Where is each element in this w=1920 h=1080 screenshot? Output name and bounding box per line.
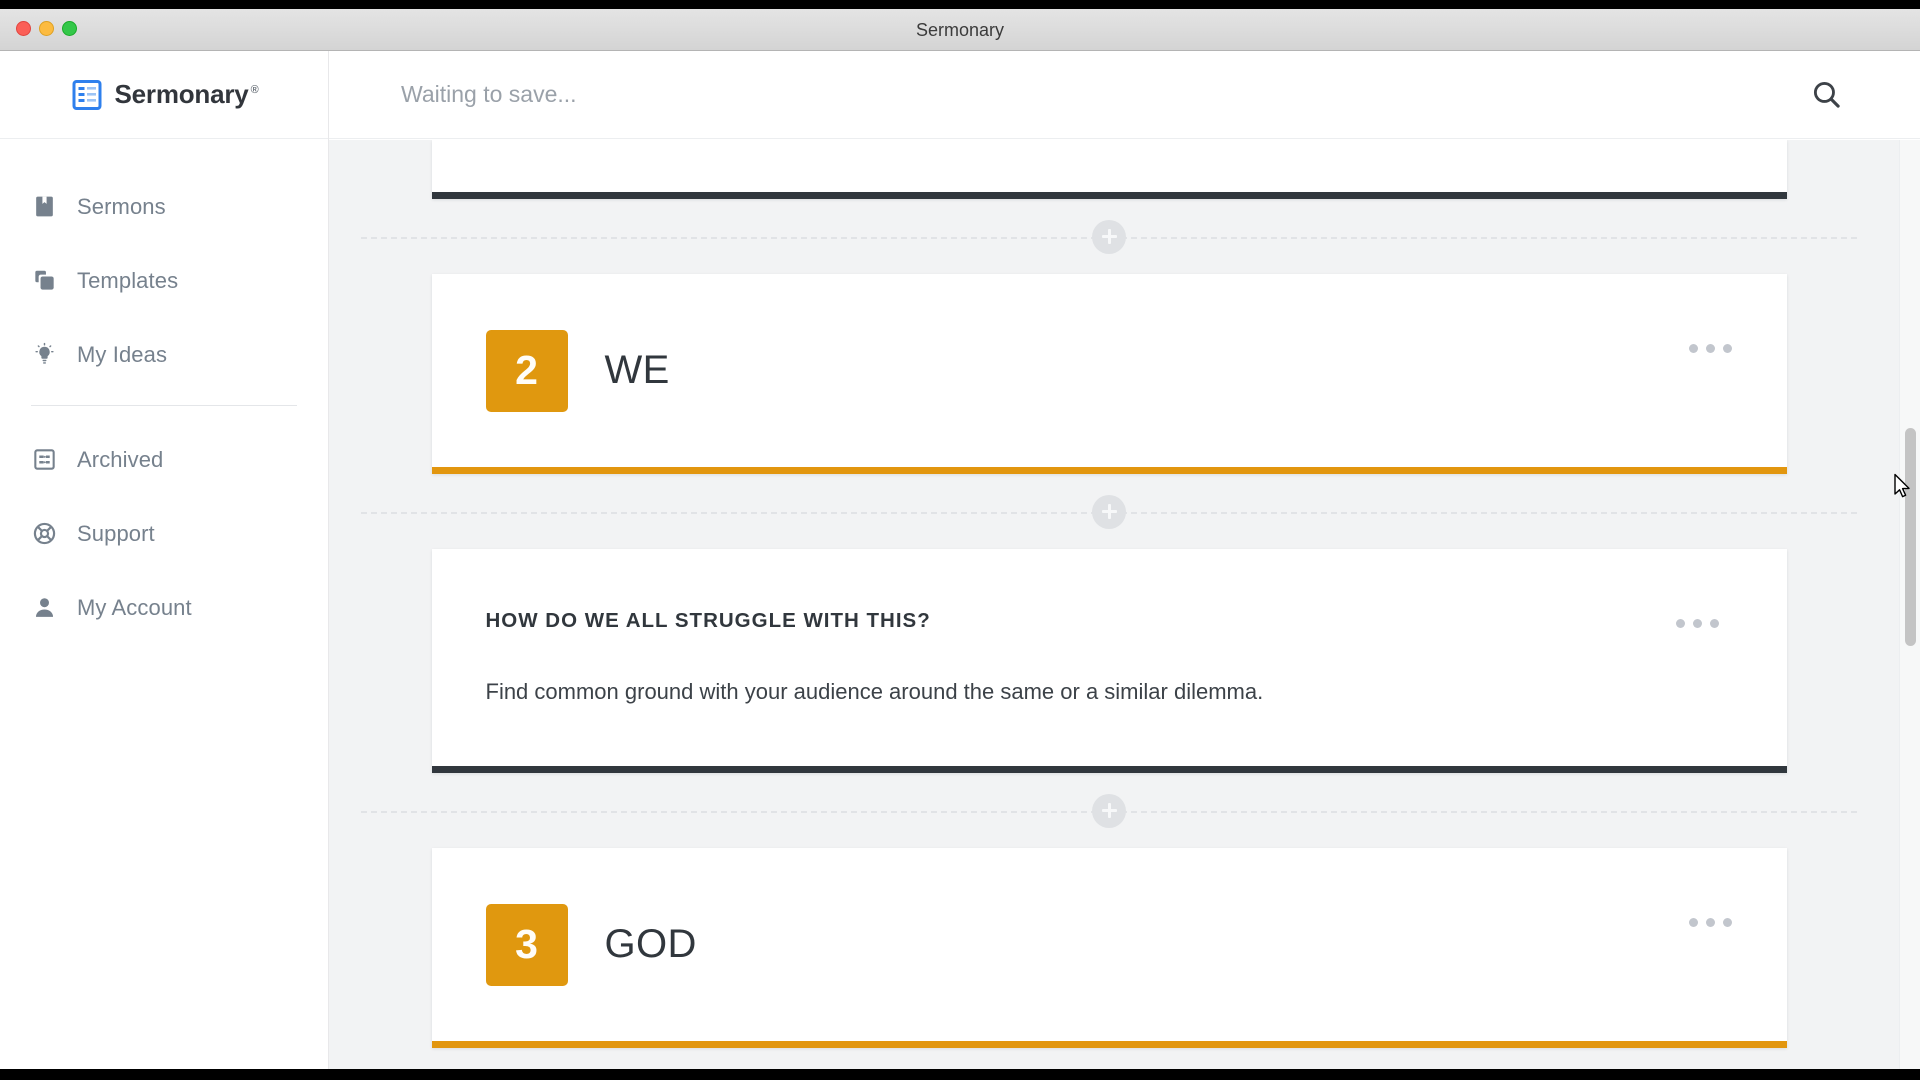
sidebar-item-label: My Ideas xyxy=(77,341,168,367)
more-horizontal-icon[interactable] xyxy=(1675,619,1719,628)
app-root: Sermonary ® Sermons Templates My Ideas A… xyxy=(0,51,1920,1069)
sidebar-item-my-account[interactable]: My Account xyxy=(0,584,328,631)
outline-card-point-2[interactable]: 2 WE xyxy=(431,274,1787,474)
save-status-text: Waiting to save... xyxy=(401,81,577,107)
sidebar-item-label: Sermons xyxy=(77,193,166,219)
add-block-separator[interactable] xyxy=(329,773,1889,848)
outline-card-text-block[interactable]: HOW DO WE ALL STRUGGLE WITH THIS? Find c… xyxy=(431,549,1787,773)
lightbulb-icon xyxy=(31,342,57,368)
sidebar-item-my-ideas[interactable]: My Ideas xyxy=(0,331,328,378)
card-accent-bar xyxy=(431,192,1787,199)
sidebar-item-support[interactable]: Support xyxy=(0,510,328,557)
sidebar-item-archived[interactable]: Archived xyxy=(0,436,328,483)
point-number-badge: 2 xyxy=(485,329,568,412)
point-number-badge: 3 xyxy=(485,903,568,986)
sidebar-item-templates[interactable]: Templates xyxy=(0,257,328,304)
life-ring-icon xyxy=(31,521,57,547)
window-title: Sermonary xyxy=(915,20,1005,40)
search-icon[interactable] xyxy=(1809,78,1843,112)
card-accent-bar xyxy=(431,467,1787,474)
add-block-separator[interactable] xyxy=(329,1048,1889,1069)
text-block-body[interactable]: Find common ground with your audience ar… xyxy=(486,675,1733,708)
bookmark-book-icon xyxy=(31,194,57,220)
sidebar-item-sermons[interactable]: Sermons xyxy=(0,183,328,230)
user-icon xyxy=(31,595,57,621)
add-block-button[interactable] xyxy=(1092,494,1126,529)
scrollbar-thumb[interactable] xyxy=(1905,428,1916,646)
point-title[interactable]: GOD xyxy=(605,922,697,967)
add-block-button[interactable] xyxy=(1092,219,1126,254)
outline-card-point-3[interactable]: 3 GOD xyxy=(431,848,1787,1048)
vertical-scrollbar[interactable] xyxy=(1899,140,1920,1069)
add-block-separator[interactable] xyxy=(329,474,1889,549)
sidebar-nav-secondary: Archived Support My Account xyxy=(0,406,328,631)
plus-icon xyxy=(1107,803,1111,818)
card-accent-bar xyxy=(431,1041,1787,1048)
brand-logo[interactable]: Sermonary ® xyxy=(0,51,328,139)
add-block-button[interactable] xyxy=(1092,793,1126,828)
plus-icon xyxy=(1107,504,1111,519)
plus-icon xyxy=(1107,229,1111,244)
more-horizontal-icon[interactable] xyxy=(1688,918,1732,927)
registered-mark: ® xyxy=(250,84,259,97)
window-titlebar: Sermonary xyxy=(0,9,1920,51)
outline-card-partial-top[interactable] xyxy=(431,140,1787,199)
archive-box-icon xyxy=(31,447,57,473)
copy-layers-icon xyxy=(31,268,57,294)
sermon-outline-list: 2 WE HOW DO WE ALL STRUGGLE WITH THIS? F… xyxy=(329,140,1920,1069)
app-header: Waiting to save... xyxy=(329,51,1920,139)
sidebar-item-label: Support xyxy=(77,520,155,546)
point-title[interactable]: WE xyxy=(605,348,670,393)
card-accent-bar xyxy=(431,766,1787,773)
document-lines-icon xyxy=(70,78,104,112)
add-block-separator[interactable] xyxy=(329,199,1889,274)
brand-name: Sermonary xyxy=(114,79,249,109)
sidebar-item-label: My Account xyxy=(77,594,192,620)
sidebar-item-label: Archived xyxy=(77,446,164,472)
more-horizontal-icon[interactable] xyxy=(1688,344,1732,353)
window-bottom-edge xyxy=(0,1069,1920,1080)
text-block-heading[interactable]: HOW DO WE ALL STRUGGLE WITH THIS? xyxy=(486,609,1733,633)
sidebar-item-label: Templates xyxy=(77,267,179,293)
app-window: Sermonary Sermonary ® Sermons Templates … xyxy=(0,0,1920,1080)
sidebar: Sermonary ® Sermons Templates My Ideas A… xyxy=(0,51,329,1069)
sidebar-nav-primary: Sermons Templates My Ideas xyxy=(0,139,328,378)
